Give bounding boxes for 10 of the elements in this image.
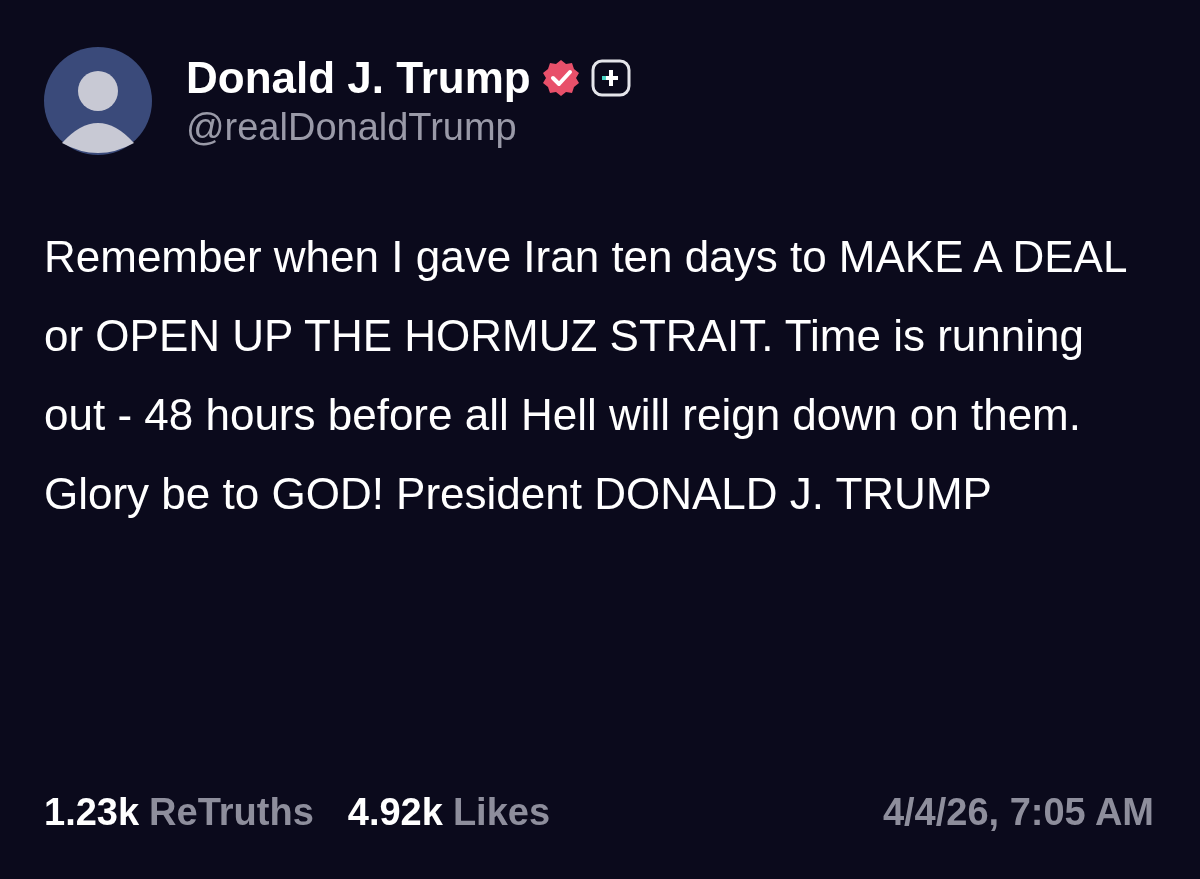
stat-count: 1.23k <box>44 790 140 835</box>
avatar[interactable] <box>44 47 152 155</box>
author-name[interactable]: Donald J. Trump <box>186 52 531 104</box>
stat-label[interactable]: ReTruths <box>149 784 314 841</box>
post-text: Remember when I gave Iran ten days to MAKE A DEAL or OPEN UP THE HORMUZ STRAIT. Time is running out - 48 hours before all Hell will reign down on them. Glory be to GOD! President DONALD J. TRUMP <box>44 231 1127 520</box>
post-timestamp: 4/4/26, 7:05 AM <box>882 790 1154 835</box>
plus-badge-icon <box>590 59 631 97</box>
author-handle[interactable]: @realDonaldTrump <box>186 104 631 150</box>
stat-count: 4.92k <box>347 790 443 835</box>
stat-label[interactable]: Likes <box>452 784 551 841</box>
